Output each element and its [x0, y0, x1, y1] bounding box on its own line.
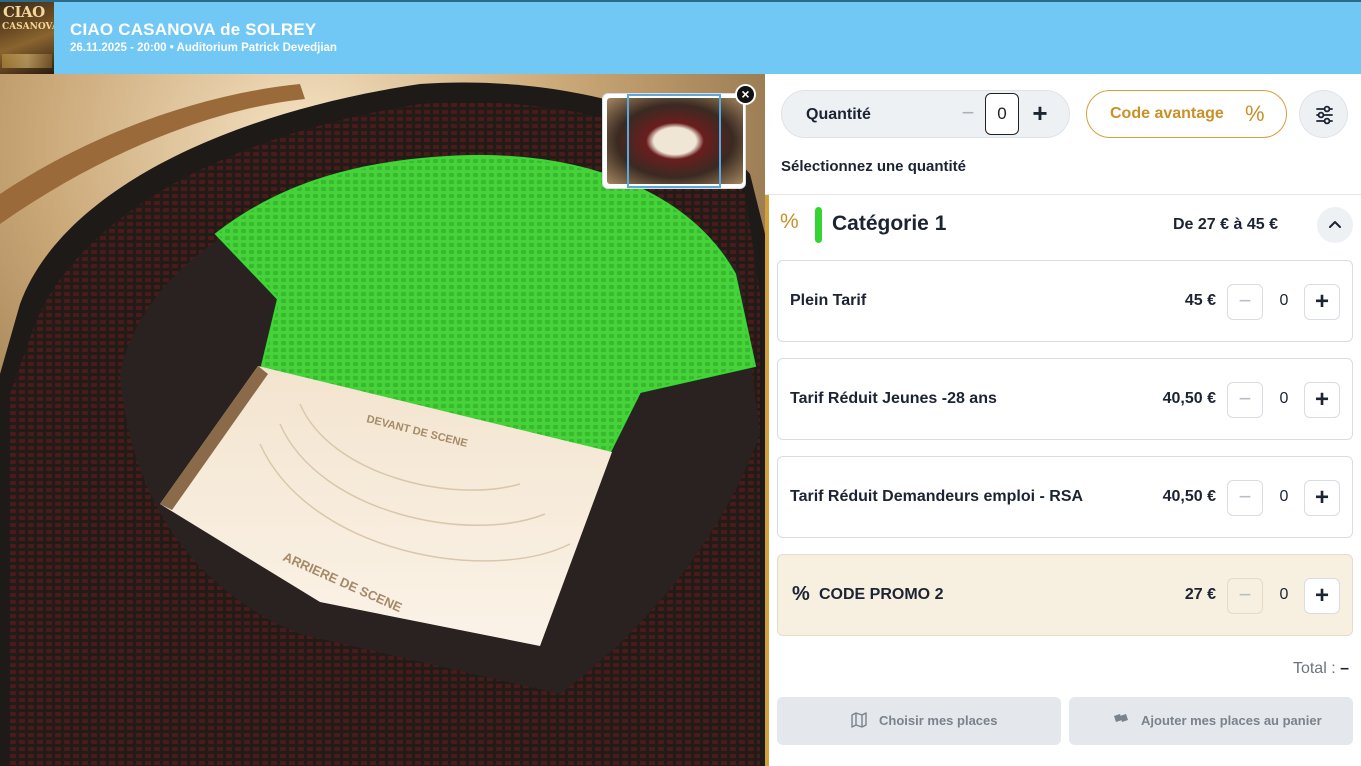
tarif-name: Plein Tarif [790, 292, 867, 309]
tickets-icon [1114, 714, 1128, 722]
event-header: CIAO CASANOVA CIAO CASANOVA de SOLREY 26… [0, 0, 1361, 74]
tarif-quantity: 0 [1279, 390, 1289, 407]
tarif-row-promo: % CODE PROMO 2 27 € − 0 + [777, 554, 1353, 636]
tarif-quantity: 0 [1279, 586, 1289, 603]
quantity-minus-button[interactable]: − [958, 101, 978, 127]
event-title: CIAO CASANOVA de SOLREY [70, 20, 317, 39]
tarif-plus-button[interactable]: + [1304, 284, 1340, 320]
map-icon [851, 712, 867, 728]
total-label: Total : [1292, 660, 1336, 677]
category-color-bar [815, 207, 822, 243]
tarif-name: CODE PROMO 2 [819, 586, 944, 603]
tarif-row-jeunes: Tarif Réduit Jeunes -28 ans 40,50 € − 0 … [777, 358, 1353, 440]
poster-title-2: CASANOVA [2, 22, 54, 32]
event-poster: CIAO CASANOVA [0, 2, 54, 74]
choose-seats-button[interactable]: Choisir mes places [777, 697, 1061, 745]
tarif-quantity: 0 [1279, 488, 1289, 505]
total-value: – [1340, 660, 1349, 677]
tarif-price: 40,50 € [1162, 390, 1216, 407]
category-percent-icon: % [780, 210, 799, 233]
total: Total : – [1293, 660, 1349, 678]
promo-code-label: Code avantage [1110, 105, 1224, 122]
quantity-stepper: Quantité − 0 + [781, 90, 1070, 138]
add-to-cart-label: Ajouter mes places au panier [1141, 713, 1322, 728]
add-to-cart-button[interactable]: Ajouter mes places au panier [1069, 697, 1353, 745]
booking-panel: Quantité − 0 + Code avantage % Sélection… [765, 74, 1361, 766]
tarif-quantity: 0 [1279, 292, 1289, 309]
filter-button[interactable] [1299, 90, 1348, 138]
chevron-up-icon [1329, 221, 1341, 228]
tarif-minus-button[interactable]: − [1227, 578, 1263, 614]
tarif-plus-button[interactable]: + [1304, 382, 1340, 418]
poster-title: CIAO [3, 3, 45, 21]
category-title: Catégorie 1 [832, 212, 947, 235]
event-subtitle: 26.11.2025 - 20:00 • Auditorium Patrick … [70, 42, 337, 54]
tarif-plus-button[interactable]: + [1304, 480, 1340, 516]
tarif-minus-button[interactable]: − [1227, 480, 1263, 516]
tarif-minus-button[interactable]: − [1227, 284, 1263, 320]
tarif-minus-button[interactable]: − [1227, 382, 1263, 418]
minimap-viewport[interactable] [627, 94, 721, 188]
tarif-name: Tarif Réduit Jeunes -28 ans [790, 390, 997, 407]
tarif-row-plein: Plein Tarif 45 € − 0 + [777, 260, 1353, 342]
tarif-price: 45 € [1184, 292, 1216, 309]
quantity-input[interactable]: 0 [985, 93, 1019, 135]
category-section: % Catégorie 1 De 27 € à 45 € Plein Tarif… [765, 195, 1361, 766]
poster-strip [2, 54, 52, 68]
close-minimap-button[interactable]: × [735, 84, 756, 105]
category-collapse-button[interactable] [1317, 207, 1353, 243]
promo-percent-icon: % [792, 583, 810, 605]
percent-icon: % [1245, 101, 1265, 126]
tarif-plus-button[interactable]: + [1304, 578, 1340, 614]
tarif-price: 40,50 € [1162, 488, 1216, 505]
promo-code-button[interactable]: Code avantage % [1086, 90, 1287, 138]
tarif-row-demandeurs: Tarif Réduit Demandeurs emploi - RSA 40,… [777, 456, 1353, 538]
quantity-label: Quantité [806, 106, 871, 123]
choose-seats-label: Choisir mes places [879, 713, 998, 728]
tarif-name: Tarif Réduit Demandeurs emploi - RSA [790, 488, 1084, 505]
category-price-range: De 27 € à 45 € [1173, 216, 1278, 233]
quantity-plus-button[interactable]: + [1026, 97, 1054, 131]
sliders-icon [1316, 105, 1333, 125]
tarif-price: 27 € [1184, 586, 1216, 603]
quantity-hint: Sélectionnez une quantité [781, 158, 967, 175]
